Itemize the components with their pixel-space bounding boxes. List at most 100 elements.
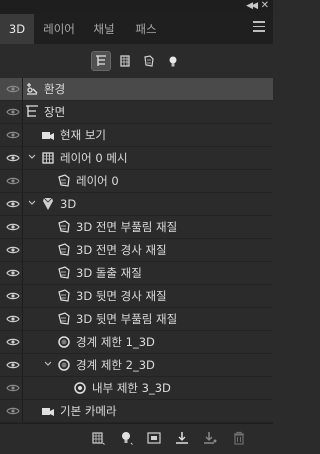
- tab-3d[interactable]: 3D: [0, 14, 34, 44]
- scene-row-front-bevel-material[interactable]: 3D 전면 경사 재질: [0, 239, 273, 262]
- scene-row-boundary-constraint-2[interactable]: 경계 제한 2_3D: [0, 354, 273, 377]
- row-divider: [22, 262, 23, 284]
- visibility-eye-icon[interactable]: [6, 222, 20, 232]
- row-divider: [22, 239, 23, 261]
- row-divider: [22, 354, 23, 376]
- scene-row-label: 3D 뒷면 경사 재질: [76, 289, 167, 303]
- scene-row-label: 3D 돌출 재질: [76, 266, 142, 280]
- visibility-eye-icon[interactable]: [6, 245, 20, 255]
- mesh-filter-icon[interactable]: [116, 52, 134, 70]
- scene-tree: 환경 장면 현재 보기 레이어 0 메시 레이어 0 3D 3D 전면 부풀림 …: [0, 78, 273, 423]
- collapse-panel-icon[interactable]: ◀◀: [246, 1, 258, 11]
- bottom-toolbar: [0, 423, 273, 454]
- scene-icon: [26, 105, 38, 117]
- scene-row-label: 경계 제한 1_3D: [76, 335, 155, 349]
- scene-row-label: 3D 전면 부풀림 재질: [76, 220, 178, 234]
- row-divider: [22, 101, 23, 123]
- camera-icon: [42, 408, 54, 416]
- material-filter-icon[interactable]: [140, 52, 158, 70]
- material-icon: [58, 220, 70, 233]
- visibility-eye-icon[interactable]: [6, 291, 20, 301]
- visibility-eye-icon[interactable]: [6, 153, 20, 163]
- chevron-down-icon[interactable]: [28, 198, 36, 208]
- row-divider: [22, 124, 23, 146]
- environment-icon: [27, 83, 38, 95]
- row-divider: [22, 285, 23, 307]
- filter-toolbar: [0, 44, 273, 78]
- scene-row-label: 내부 제한 3_3D: [92, 381, 171, 395]
- scene-row-default-camera[interactable]: 기본 카메라: [0, 400, 273, 423]
- scene-row-label: 레이어 0 메시: [60, 151, 128, 165]
- constraint-icon: [58, 336, 70, 348]
- panel-tab-bar: 3D 레이어 채널 패스: [0, 14, 273, 44]
- visibility-eye-icon[interactable]: [6, 107, 20, 117]
- render-icon[interactable]: [146, 430, 162, 446]
- visibility-eye-icon[interactable]: [6, 130, 20, 140]
- add-mesh-icon[interactable]: [90, 430, 106, 446]
- visibility-eye-icon[interactable]: [6, 406, 20, 416]
- close-panel-icon[interactable]: ✕: [261, 0, 269, 11]
- scene-row-back-bevel-material[interactable]: 3D 뒷면 경사 재질: [0, 285, 273, 308]
- panel-title-strip: ◀◀ ✕: [0, 0, 273, 14]
- scene-row-boundary-constraint-1[interactable]: 경계 제한 1_3D: [0, 331, 273, 354]
- constraint-icon: [58, 359, 70, 371]
- scene-row-label: 환경: [44, 82, 66, 96]
- scene-row-scene[interactable]: 장면: [0, 101, 273, 124]
- visibility-eye-icon[interactable]: [6, 199, 20, 209]
- scene-row-back-inflation-material[interactable]: 3D 뒷면 부풀림 재질: [0, 308, 273, 331]
- tab-paths[interactable]: 패스: [126, 14, 166, 44]
- visibility-eye-icon[interactable]: [6, 383, 20, 393]
- scene-row-label: 레이어 0: [76, 174, 119, 188]
- row-divider: [22, 147, 23, 169]
- visibility-eye-icon[interactable]: [6, 176, 20, 186]
- row-divider: [22, 308, 23, 330]
- scene-row-extrusion-material[interactable]: 3D 돌출 재질: [0, 262, 273, 285]
- scene-row-layer0[interactable]: 레이어 0: [0, 170, 273, 193]
- add-light-icon[interactable]: [118, 430, 134, 446]
- scene-row-current-view[interactable]: 현재 보기: [0, 124, 273, 147]
- ground-plane-icon[interactable]: [174, 430, 190, 446]
- scene-row-label: 경계 제한 2_3D: [76, 358, 155, 372]
- panel-menu-icon[interactable]: [253, 21, 265, 33]
- scene-row-label: 장면: [44, 105, 66, 119]
- scene-row-3d[interactable]: 3D: [0, 193, 273, 216]
- scene-row-environment[interactable]: 환경: [0, 78, 273, 101]
- scene-row-label: 3D 전면 경사 재질: [76, 243, 167, 257]
- visibility-eye-icon[interactable]: [6, 84, 20, 94]
- material-icon: [58, 174, 70, 187]
- internal-constraint-icon: [74, 382, 86, 394]
- visibility-eye-icon[interactable]: [6, 268, 20, 278]
- scene-row-internal-constraint-3[interactable]: 내부 제한 3_3D: [0, 377, 273, 400]
- row-divider: [22, 193, 23, 215]
- material-icon: [58, 289, 70, 302]
- row-divider: [22, 78, 23, 100]
- scene-row-label: 3D: [60, 197, 77, 211]
- camera-icon: [42, 132, 54, 140]
- row-divider: [22, 170, 23, 192]
- scene-row-front-inflation-material[interactable]: 3D 전면 부풀림 재질: [0, 216, 273, 239]
- visibility-eye-icon[interactable]: [6, 337, 20, 347]
- scene-row-layer0-mesh[interactable]: 레이어 0 메시: [0, 147, 273, 170]
- material-icon: [58, 243, 70, 256]
- trash-icon[interactable]: [231, 430, 247, 446]
- row-divider: [22, 216, 23, 238]
- tab-channels[interactable]: 채널: [84, 14, 124, 44]
- visibility-eye-icon[interactable]: [6, 360, 20, 370]
- 3d-object-icon: [43, 197, 53, 210]
- scene-row-label: 기본 카메라: [60, 404, 117, 418]
- row-divider: [22, 377, 23, 399]
- row-divider: [22, 400, 23, 422]
- material-icon: [58, 266, 70, 279]
- tab-layers[interactable]: 레이어: [36, 14, 82, 44]
- drop-to-plane-icon[interactable]: [202, 430, 218, 446]
- chevron-down-icon[interactable]: [44, 359, 52, 369]
- scene-row-label: 3D 뒷면 부풀림 재질: [76, 312, 178, 326]
- scene-row-label: 현재 보기: [60, 128, 106, 142]
- light-filter-icon[interactable]: [164, 52, 182, 70]
- chevron-down-icon[interactable]: [28, 152, 36, 162]
- row-divider: [22, 331, 23, 353]
- visibility-eye-icon[interactable]: [6, 314, 20, 324]
- mesh-icon: [42, 152, 54, 164]
- scene-filter-icon[interactable]: [91, 51, 111, 71]
- material-icon: [58, 312, 70, 325]
